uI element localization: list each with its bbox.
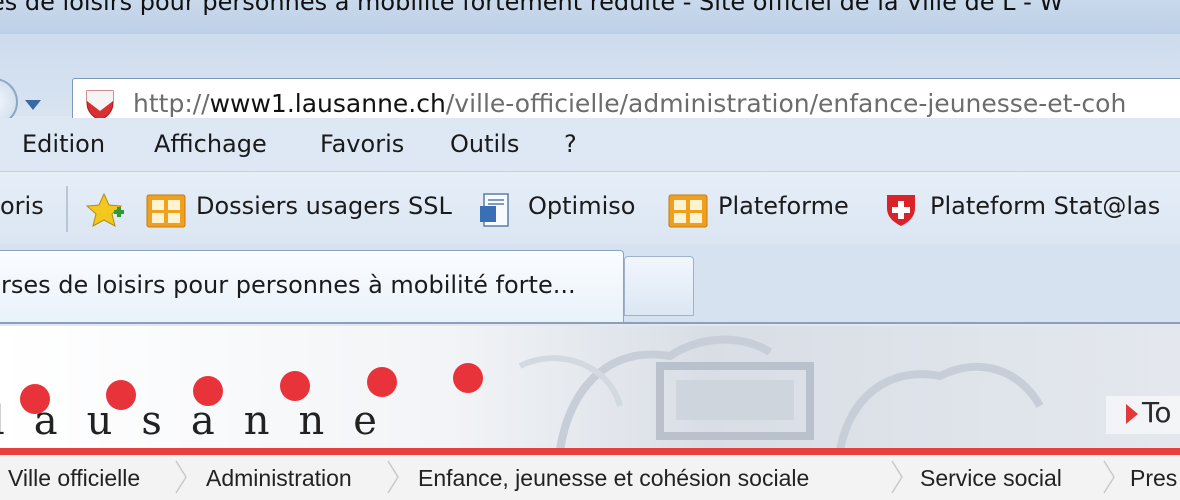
breadcrumb-separator-icon (175, 460, 187, 494)
arrow-right-icon (1126, 404, 1138, 424)
page-content: lausanne To Ville officielle Administrat… (0, 326, 1180, 500)
site-logo-text[interactable]: lausanne (0, 398, 406, 444)
breadcrumb: Ville officielle Administration Enfance,… (0, 455, 1180, 500)
document-icon (480, 193, 509, 227)
menu-favoris[interactable]: Favoris (320, 130, 404, 158)
menu-bar: Edition Affichage Favoris Outils ? (0, 118, 1180, 172)
navigation-bar: http://www1.lausanne.ch/ville-officielle… (0, 34, 1180, 130)
site-header-banner: lausanne To (0, 326, 1180, 450)
header-right-link-label: To (1142, 396, 1172, 429)
tab-active[interactable]: rses de loisirs pour personnes à mobilit… (0, 250, 624, 322)
new-tab-button[interactable] (624, 256, 694, 316)
menu-outils[interactable]: Outils (450, 130, 519, 158)
favorite-plateforme[interactable]: Plateforme (718, 192, 849, 220)
breadcrumb-separator-icon (891, 460, 903, 494)
favorite-dossiers-usagers-ssl[interactable]: Dossiers usagers SSL (196, 192, 452, 220)
history-dropdown-icon[interactable] (24, 98, 42, 112)
menu-edition[interactable]: Edition (22, 130, 105, 158)
add-favorite-star-icon[interactable] (86, 192, 126, 228)
url-text[interactable]: http://www1.lausanne.ch/ville-officielle… (133, 89, 1126, 118)
menu-affichage[interactable]: Affichage (154, 130, 267, 158)
folder-grid-icon (668, 194, 708, 228)
header-right-link[interactable]: To (1106, 396, 1180, 434)
swiss-shield-icon (887, 195, 915, 226)
header-red-divider (0, 448, 1180, 455)
favorites-separator (66, 186, 68, 232)
favorite-optimiso[interactable]: Optimiso (528, 192, 635, 220)
breadcrumb-separator-icon (387, 460, 399, 494)
favorites-bar: oris Dossiers usagers SSL Optimiso Plate… (0, 172, 1180, 244)
logo-dot (367, 367, 397, 397)
breadcrumb-item-pres[interactable]: Pres (1130, 465, 1177, 492)
window-title: es de loisirs pour personnes à mobilité … (0, 0, 1064, 16)
site-favicon-icon (86, 90, 114, 121)
folder-grid-icon (146, 194, 186, 228)
breadcrumb-item-ville-officielle[interactable]: Ville officielle (8, 465, 140, 492)
tab-active-label: rses de loisirs pour personnes à mobilit… (1, 271, 576, 299)
breadcrumb-item-service-social[interactable]: Service social (920, 465, 1062, 492)
logo-dot (453, 363, 483, 393)
tab-bar: rses de loisirs pour personnes à mobilit… (0, 244, 1180, 324)
window-title-bar: es de loisirs pour personnes à mobilité … (0, 0, 1180, 34)
breadcrumb-item-administration[interactable]: Administration (206, 465, 352, 492)
city-coat-of-arms-watermark (518, 335, 1044, 450)
breadcrumb-item-enfance-jeunesse[interactable]: Enfance, jeunesse et cohésion sociale (418, 465, 809, 492)
menu-help[interactable]: ? (564, 130, 577, 158)
favorites-label[interactable]: oris (0, 192, 44, 220)
favorite-plateform-statlas[interactable]: Plateform Stat@las (930, 192, 1160, 220)
logo-dot (280, 371, 310, 401)
breadcrumb-separator-icon (1103, 460, 1115, 494)
